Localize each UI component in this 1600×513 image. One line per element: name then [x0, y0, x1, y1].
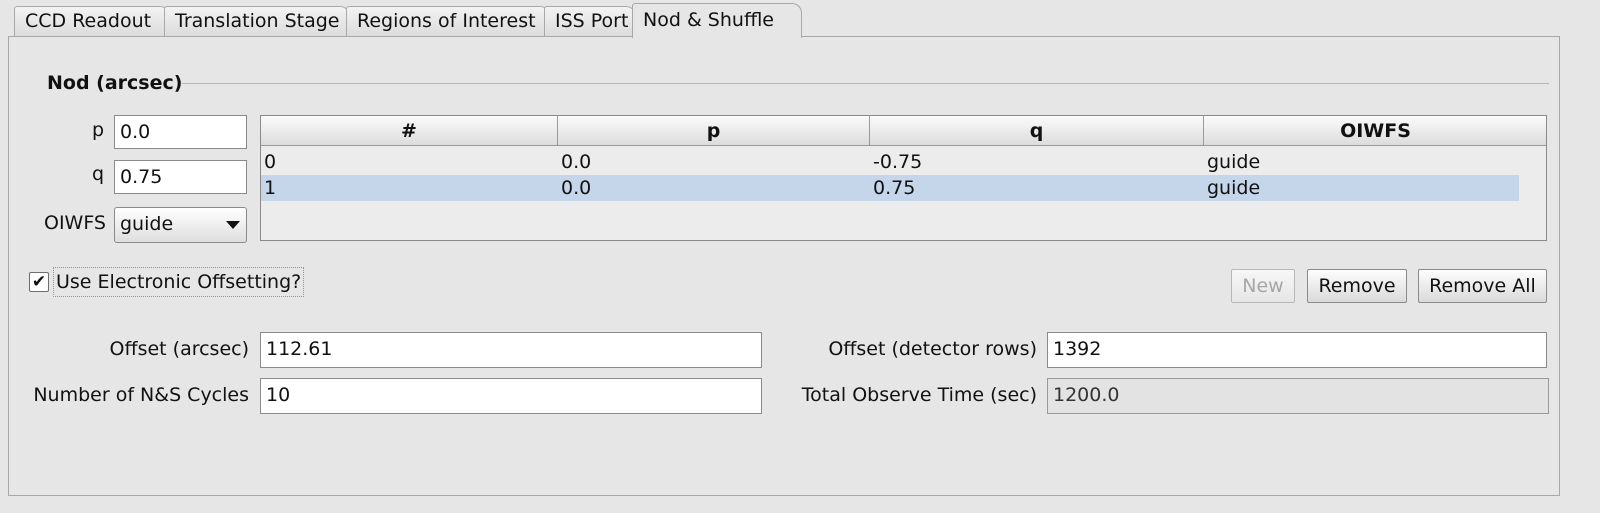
section-divider — [182, 83, 1549, 84]
cell-index: 1 — [264, 177, 277, 199]
checkmark-icon: ✔ — [31, 272, 47, 292]
column-header-oiwfs[interactable]: OIWFS — [1204, 116, 1546, 146]
nod-positions-table[interactable]: # p q OIWFS 0 0.0 -0.75 guide 1 0.0 0.75… — [260, 115, 1547, 241]
offset-rows-input[interactable]: 1392 — [1047, 332, 1547, 368]
column-header-q[interactable]: q — [870, 116, 1204, 146]
remove-all-button[interactable]: Remove All — [1418, 269, 1547, 303]
p-label: p — [91, 119, 104, 141]
electronic-offsetting-label[interactable]: Use Electronic Offsetting? — [53, 267, 305, 297]
cell-q: -0.75 — [873, 151, 923, 173]
cell-oiwfs: guide — [1207, 151, 1261, 173]
offset-arcsec-label: Offset (arcsec) — [109, 338, 249, 360]
section-title-nod: Nod (arcsec) — [47, 72, 183, 94]
chevron-down-icon — [226, 221, 240, 229]
table-row-selected[interactable]: 1 0.0 0.75 guide — [261, 175, 1519, 201]
oiwfs-select-value: guide — [120, 213, 174, 235]
oiwfs-select[interactable]: guide — [114, 207, 247, 243]
cycles-input[interactable]: 10 — [260, 378, 762, 414]
tab-regions-of-interest[interactable]: Regions of Interest — [346, 6, 550, 36]
cell-p: 0.0 — [561, 151, 592, 173]
tab-bar: CCD Readout Translation Stage Regions of… — [0, 0, 1600, 38]
tab-translation-stage[interactable]: Translation Stage — [164, 6, 350, 36]
offset-rows-label: Offset (detector rows) — [828, 338, 1037, 360]
cell-p: 0.0 — [561, 177, 592, 199]
electronic-offsetting-checkbox[interactable]: ✔ — [29, 272, 49, 292]
p-input[interactable]: 0.0 — [114, 115, 247, 149]
total-time-label: Total Observe Time (sec) — [801, 384, 1037, 406]
cell-oiwfs: guide — [1207, 177, 1261, 199]
cell-index: 0 — [264, 151, 277, 173]
column-header-index[interactable]: # — [261, 116, 558, 146]
cycles-label: Number of N&S Cycles — [33, 384, 249, 406]
q-input[interactable]: 0.75 — [114, 160, 247, 194]
total-time-field: 1200.0 — [1047, 378, 1549, 414]
offset-arcsec-input[interactable]: 112.61 — [260, 332, 762, 368]
tab-nod-shuffle[interactable]: Nod & Shuffle — [632, 3, 802, 38]
new-button[interactable]: New — [1231, 269, 1295, 303]
tab-content-panel — [8, 36, 1560, 496]
tab-ccd-readout[interactable]: CCD Readout — [14, 6, 170, 36]
remove-button[interactable]: Remove — [1307, 269, 1407, 303]
cell-q: 0.75 — [873, 177, 916, 199]
table-row[interactable]: 0 0.0 -0.75 guide — [261, 149, 1519, 175]
column-header-p[interactable]: p — [558, 116, 870, 146]
oiwfs-label: OIWFS — [43, 212, 106, 234]
q-label: q — [91, 163, 104, 185]
tab-iss-port[interactable]: ISS Port — [544, 6, 636, 36]
